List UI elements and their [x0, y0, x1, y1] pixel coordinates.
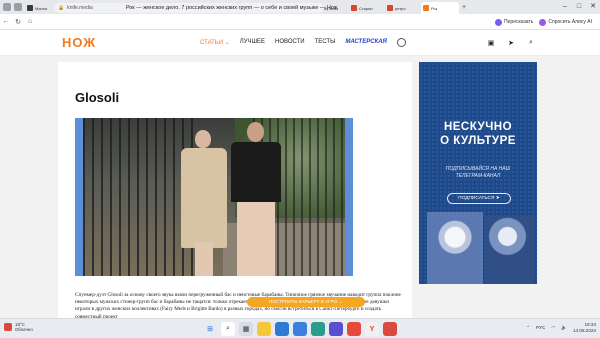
store-icon[interactable]: [293, 322, 307, 336]
browser-menu-icon[interactable]: [3, 3, 11, 11]
windows-taskbar: 18°C Облачно ⊞ ⌕ ▦ Y ⌃ РУС ◠ 🔈 19:34 14.…: [0, 318, 600, 338]
yandex-browser-icon[interactable]: Y: [365, 322, 379, 336]
alice-icon: [539, 18, 547, 26]
ad-subtitle-line1: ПОДПИСЫВАЙСЯ НА НАШ: [445, 166, 511, 172]
photo-scene: [83, 118, 345, 276]
tab-label: Marina: [35, 5, 48, 11]
weather-widget[interactable]: 18°C Облачно: [4, 322, 33, 332]
browser-tab[interactable]: Старин: [349, 2, 385, 14]
file-explorer-icon[interactable]: [257, 322, 271, 336]
browser-menu-icons: [3, 3, 22, 11]
taskbar-apps: ⊞ ⌕ ▦ Y: [203, 322, 397, 336]
search-icon[interactable]: ⌕: [527, 39, 535, 47]
tab-search-icon[interactable]: [14, 3, 22, 11]
nav-item-tests[interactable]: ТЕСТЫ: [315, 39, 336, 47]
ad-subtitle: ПОДПИСЫВАЙСЯ НА НАШ ТЕЛЕГРАМ-КАНАЛ: [419, 166, 537, 179]
lock-icon: 🔒: [58, 5, 65, 11]
tab-favicon-icon: [27, 5, 33, 11]
alice-label: Спросить Алису AI: [548, 19, 592, 25]
retell-button[interactable]: Пересказать: [495, 18, 534, 26]
tab-label: Старин: [359, 5, 373, 11]
home-icon[interactable]: ⌂: [24, 18, 36, 25]
band-photo[interactable]: ⌕ ◉ ◎ ⋮: [75, 118, 353, 276]
photo-fence: [83, 118, 193, 276]
task-view-icon[interactable]: ▦: [239, 322, 253, 336]
browser-tab[interactable]: ретро: [385, 2, 421, 14]
nav-item-best[interactable]: ЛУЧШЕЕ: [240, 39, 265, 47]
nav-item-news[interactable]: НОВОСТИ: [275, 39, 305, 47]
ask-alice-button[interactable]: Спросить Алису AI: [539, 18, 592, 26]
ad-subscribe-button[interactable]: ПОДПИСАТЬСЯ ➤: [447, 193, 511, 204]
ad-portrait-left: [427, 212, 483, 284]
tab-favicon-icon: [351, 5, 357, 11]
career-cta-button[interactable]: ПОСТРОИТЬ КАРЬЕРУ В АГРО →: [247, 297, 365, 307]
ad-headline-line2: О КУЛЬТУРЕ: [440, 135, 516, 147]
new-tab-button[interactable]: +: [459, 4, 469, 11]
tray-chevron-icon[interactable]: ⌃: [526, 325, 530, 331]
nav-item-workshop[interactable]: МАСТЕРСКАЯ: [345, 39, 387, 47]
tab-label: ретро: [395, 5, 406, 11]
photo-person-right: [231, 122, 283, 276]
telegram-icon[interactable]: ➤: [507, 39, 515, 47]
tab-label: Рок: [431, 5, 438, 11]
weather-icon: [4, 323, 12, 332]
app-icon-red[interactable]: [347, 322, 361, 336]
retell-icon: [495, 18, 503, 26]
search-app-icon[interactable]: ⌕: [221, 322, 235, 336]
clock-date: 14.08.2024: [573, 327, 596, 333]
url-text[interactable]: knife.media: [67, 5, 93, 11]
system-tray: ⌃ РУС ◠ 🔈 19:34 14.08.2024: [526, 322, 596, 334]
photo-person-left: [181, 130, 229, 276]
nav-item-articles[interactable]: СТАТЬИ ⌄: [200, 39, 230, 47]
wifi-icon[interactable]: ◠: [551, 325, 555, 331]
ad-portrait-right: [485, 216, 535, 284]
back-icon[interactable]: ←: [0, 18, 12, 25]
maximize-icon[interactable]: □: [572, 0, 586, 14]
site-nav: СТАТЬИ ⌄ ЛУЧШЕЕ НОВОСТИ ТЕСТЫ МАСТЕРСКАЯ: [200, 38, 406, 47]
address-bar-actions: Пересказать Спросить Алису AI: [495, 14, 592, 30]
browser-tab[interactable]: Рок: [421, 2, 459, 14]
app-icon-purple[interactable]: [329, 322, 343, 336]
close-icon[interactable]: ✕: [586, 0, 600, 14]
page-title-text: Рок — женское дело. 7 российских женских…: [125, 5, 338, 11]
clock[interactable]: 19:34 14.08.2024: [573, 322, 596, 334]
telegram-ad[interactable]: НЕСКУЧНО О КУЛЬТУРЕ ПОДПИСЫВАЙСЯ НА НАШ …: [419, 62, 537, 284]
site-header: НОЖ СТАТЬИ ⌄ ЛУЧШЕЕ НОВОСТИ ТЕСТЫ МАСТЕР…: [0, 30, 600, 56]
tab-favicon-icon: [423, 5, 429, 11]
section-heading: Glosoli: [75, 90, 120, 105]
window-controls: – □ ✕: [558, 0, 600, 14]
omnibox[interactable]: 🔒 knife.media Рок — женское дело. 7 росс…: [54, 3, 338, 13]
minimize-icon[interactable]: –: [558, 0, 572, 14]
start-icon[interactable]: ⊞: [203, 322, 217, 336]
app-icon-orange[interactable]: [383, 322, 397, 336]
reload-icon[interactable]: ↻: [12, 18, 24, 26]
ad-subtitle-line2: ТЕЛЕГРАМ-КАНАЛ: [455, 172, 501, 179]
tab-favicon-icon: [387, 5, 393, 11]
ad-headline: НЕСКУЧНО О КУЛЬТУРЕ: [419, 120, 537, 148]
retell-label: Пересказать: [504, 19, 534, 25]
volume-icon[interactable]: 🔈: [561, 325, 567, 331]
header-icons: ▣ ➤ ⌕: [487, 39, 535, 47]
weather-desc: Облачно: [15, 327, 33, 333]
bookmark-icon[interactable]: ▣: [487, 39, 495, 47]
article-card: Glosoli ⌕ ◉ ◎ ⋮ Спунмер-дуэт Glosoli за …: [58, 62, 412, 320]
ad-headline-line1: НЕСКУЧНО: [443, 121, 513, 133]
edge-icon[interactable]: [275, 322, 289, 336]
surprise-icon[interactable]: [396, 38, 406, 47]
language-indicator[interactable]: РУС: [536, 325, 545, 330]
app-icon-teal[interactable]: [311, 322, 325, 336]
ad-subscribe-label: ПОДПИСАТЬСЯ: [458, 196, 495, 201]
site-logo[interactable]: НОЖ: [62, 35, 96, 50]
